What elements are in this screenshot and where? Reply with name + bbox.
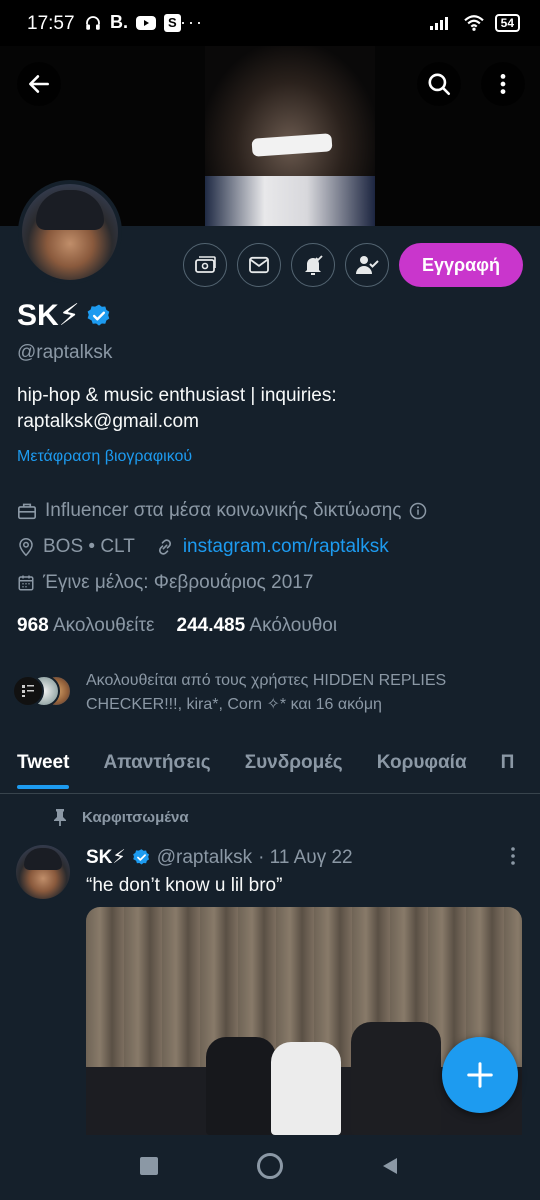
back-nav-button[interactable] bbox=[380, 1156, 400, 1176]
profile-joined-row: Έγινε μέλος: Φεβρουάριος 2017 bbox=[17, 572, 313, 594]
checker-logo-icon bbox=[22, 685, 34, 697]
bio-line-1: hip-hop & music enthusiast | inquiries: bbox=[17, 385, 337, 406]
location-text: BOS • CLT bbox=[43, 536, 135, 557]
followed-by-line-2: CHECKER!!!, kira*, Corn ✧* και 16 ακόμη bbox=[86, 696, 382, 713]
followers-count: 244.485 bbox=[176, 615, 246, 636]
tab-label: Π bbox=[500, 752, 515, 773]
system-icons: 54 bbox=[429, 14, 520, 32]
following-link[interactable]: 968 Ακολουθείτε bbox=[17, 615, 155, 637]
system-navigation-bar bbox=[0, 1135, 540, 1200]
profile-bio: hip-hop & music enthusiast | inquiries: … bbox=[17, 383, 517, 435]
money-icon bbox=[195, 256, 216, 273]
location-pin-icon bbox=[19, 538, 33, 557]
tab-media[interactable]: Π bbox=[484, 740, 532, 793]
verified-badge-icon bbox=[132, 849, 149, 865]
s-app-icon: S bbox=[164, 13, 181, 32]
follow-stats: 968 Ακολουθείτε 244.485 Ακόλουθοι bbox=[17, 615, 337, 637]
profile-name-row: SK⚡ bbox=[17, 298, 112, 333]
bell-check-icon bbox=[305, 255, 323, 275]
tweet-more-button[interactable] bbox=[506, 846, 520, 871]
tab-label: Tweet bbox=[17, 752, 70, 773]
search-icon bbox=[428, 73, 451, 96]
battery-indicator: 54 bbox=[494, 14, 520, 32]
category-text: Influencer στα μέσα κοινωνικής δικτύωσης bbox=[45, 500, 402, 521]
follower-avatar-1 bbox=[12, 675, 44, 707]
followed-by-line-1: Ακολουθείται από τους χρήστες HIDDEN REP… bbox=[86, 672, 447, 689]
tweet-header: SK⚡ @raptalksk · 11 Αυγ 22 bbox=[86, 846, 353, 869]
pinned-indicator: Καρφιτσωμένα bbox=[52, 808, 189, 826]
tweet-author-handle: @raptalksk bbox=[156, 846, 253, 868]
joined-text: Έγινε μέλος: Φεβρουάριος 2017 bbox=[43, 572, 314, 593]
profile-location-row: BOS • CLT instagram.com/raptalksk bbox=[17, 536, 389, 558]
b-app-icon: B. bbox=[110, 12, 128, 32]
tab-label: Κορυφαία bbox=[376, 752, 467, 773]
banner-shirt bbox=[205, 176, 375, 226]
tab-replies[interactable]: Απαντήσεις bbox=[86, 740, 227, 793]
back-button[interactable] bbox=[17, 62, 61, 106]
more-options-button[interactable] bbox=[481, 62, 525, 106]
tweet-date: · 11 Αυγ 22 bbox=[258, 846, 353, 868]
verified-badge-icon bbox=[87, 304, 110, 326]
followed-by-text[interactable]: Ακολουθείται από τους χρήστες HIDDEN REP… bbox=[86, 669, 526, 717]
home-button[interactable] bbox=[257, 1153, 283, 1179]
search-button[interactable] bbox=[417, 62, 461, 106]
info-icon[interactable] bbox=[409, 502, 427, 520]
profile-name: SK⚡ bbox=[17, 299, 80, 332]
profile-tabs: Tweet Απαντήσεις Συνδρομές Κορυφαία Π bbox=[0, 740, 540, 794]
tab-label: Απαντήσεις bbox=[103, 752, 211, 773]
notification-icons: B. S bbox=[84, 12, 181, 33]
user-check-icon bbox=[356, 256, 379, 274]
status-time: 17:57 bbox=[27, 13, 75, 34]
tweet-text: “he don’t know u lil bro” bbox=[86, 875, 283, 896]
compose-tweet-button[interactable] bbox=[442, 1037, 518, 1113]
tab-tweets[interactable]: Tweet bbox=[0, 740, 86, 793]
pin-icon bbox=[54, 809, 66, 826]
subscriptions-button[interactable] bbox=[183, 243, 227, 287]
more-vertical-icon bbox=[511, 847, 515, 865]
arrow-left-icon bbox=[29, 75, 49, 93]
following-label: Ακολουθείτε bbox=[52, 615, 155, 636]
pinned-label: Καρφιτσωμένα bbox=[82, 808, 189, 826]
tab-highlights[interactable]: Κορυφαία bbox=[360, 740, 484, 793]
more-notifications-icon: ··· bbox=[180, 12, 204, 32]
tab-subscriptions[interactable]: Συνδρομές bbox=[228, 740, 360, 793]
envelope-icon bbox=[249, 256, 269, 274]
translate-bio-link[interactable]: Μετάφραση βιογραφικού bbox=[17, 448, 192, 466]
followed-by-avatars[interactable] bbox=[12, 675, 82, 711]
youtube-icon bbox=[136, 15, 156, 30]
message-button[interactable] bbox=[237, 243, 281, 287]
bio-line-2: raptalksk@gmail.com bbox=[17, 411, 199, 432]
following-status-button[interactable] bbox=[345, 243, 389, 287]
followers-label: Ακόλουθοι bbox=[249, 615, 338, 636]
link-icon bbox=[158, 539, 171, 555]
calendar-icon bbox=[18, 575, 34, 591]
tweet-author-name[interactable]: SK⚡ bbox=[86, 846, 126, 869]
following-count: 968 bbox=[17, 615, 49, 636]
website-link[interactable]: instagram.com/raptalksk bbox=[183, 536, 389, 558]
followers-link[interactable]: 244.485 Ακόλουθοι bbox=[177, 615, 338, 637]
recents-button[interactable] bbox=[140, 1157, 158, 1175]
briefcase-icon bbox=[18, 503, 36, 520]
profile-handle: @raptalksk bbox=[17, 342, 113, 363]
signal-icon bbox=[429, 17, 448, 30]
plus-icon bbox=[467, 1062, 493, 1088]
wifi-icon bbox=[463, 15, 484, 31]
tweet-author-avatar[interactable] bbox=[16, 845, 70, 899]
more-vertical-icon bbox=[500, 74, 506, 94]
notifications-button[interactable] bbox=[291, 243, 335, 287]
status-bar: 17:57 B. S ··· 54 bbox=[0, 0, 540, 46]
profile-category: Influencer στα μέσα κοινωνικής δικτύωσης bbox=[17, 500, 427, 522]
profile-avatar[interactable] bbox=[18, 180, 122, 284]
tab-label: Συνδρομές bbox=[244, 752, 343, 773]
active-tab-indicator bbox=[17, 785, 70, 789]
headphones-icon bbox=[86, 15, 100, 30]
subscribe-button[interactable]: Εγγραφή bbox=[399, 243, 523, 287]
